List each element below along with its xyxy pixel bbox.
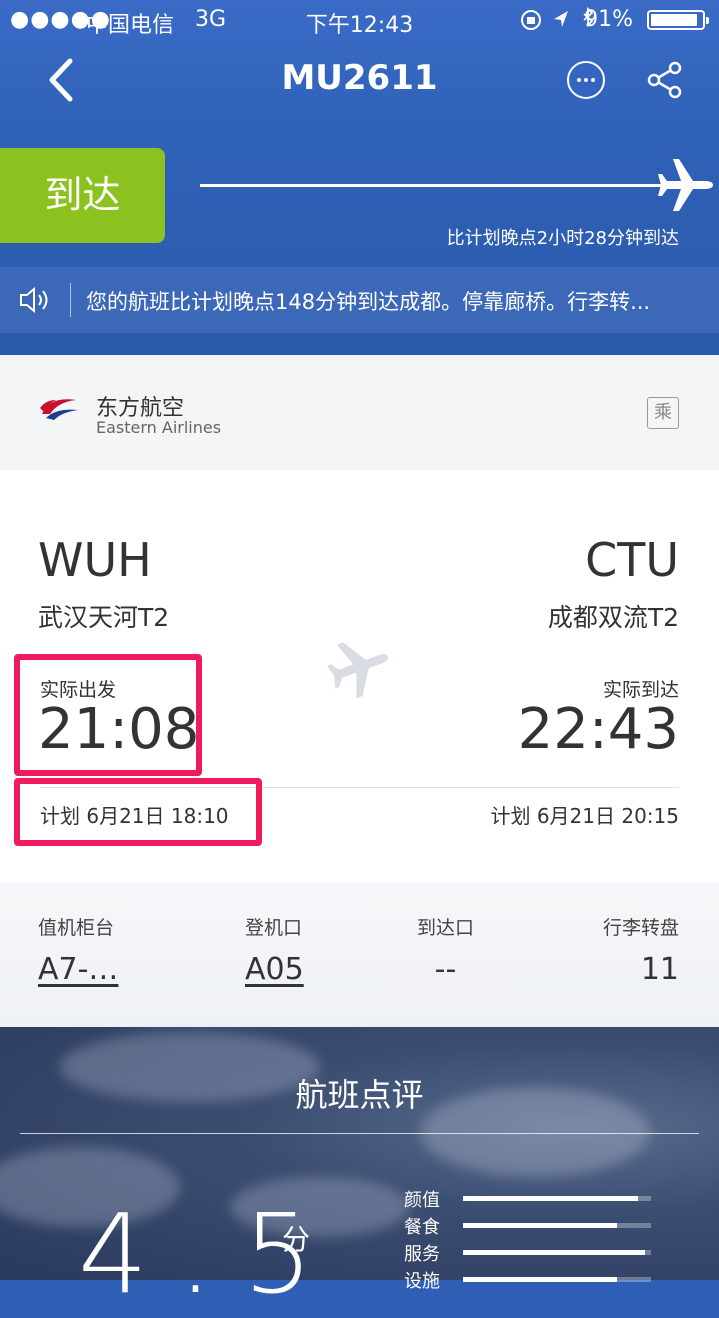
arrival-gate-label: 到达口 — [417, 917, 475, 939]
airline-name-en: Eastern Airlines — [96, 418, 222, 437]
notice-message: 您的航班比计划晚点148分钟到达成都。停靠廊桥。行李转... — [86, 290, 651, 314]
status-bar: ●●●●● 中国电信 3G 下午12:43 91% — [0, 0, 719, 40]
baggage-label: 行李转盘 — [602, 917, 679, 939]
flight-status-badge: 到达 — [0, 148, 165, 243]
highlight-box-actual-departure — [14, 654, 202, 776]
route-progress-line — [200, 184, 670, 187]
delay-description: 比计划晚点2小时28分钟到达 — [446, 228, 679, 249]
planned-arrival: 计划 6月21日 20:15 — [490, 804, 679, 828]
checkin-counter[interactable]: 值机柜台 A7-… — [38, 913, 118, 987]
rating-metric-fill — [463, 1196, 638, 1201]
airplane-icon — [326, 634, 392, 700]
highlight-box-planned-departure — [14, 778, 262, 846]
flight-notice-bar[interactable]: 您的航班比计划晚点148分钟到达成都。停靠廊桥。行李转... — [0, 267, 719, 333]
boarding-info-button[interactable]: 乘 — [647, 397, 679, 429]
rating-metric-bar — [463, 1223, 651, 1228]
gate-label: 登机口 — [245, 917, 303, 939]
share-button[interactable] — [645, 60, 685, 100]
battery-icon — [647, 10, 709, 30]
arrival-code: CTU — [585, 533, 679, 587]
airplane-icon — [655, 155, 715, 215]
rating-metric-label: 设施 — [404, 1271, 440, 1292]
arrival-gate: 到达口 -- — [417, 913, 474, 987]
battery-percent: 91% — [584, 7, 633, 32]
checkin-label: 值机柜台 — [38, 917, 115, 939]
actual-arrival-time: 22:43 — [517, 697, 679, 762]
notice-divider — [70, 283, 71, 317]
rating-metric-fill — [463, 1250, 646, 1255]
rating-divider — [20, 1133, 699, 1134]
rating-metric-bar — [463, 1250, 651, 1255]
speaker-icon — [18, 285, 52, 315]
rating-unit: 分 — [282, 1223, 311, 1256]
rating-metric-fill — [463, 1223, 618, 1228]
checkin-value[interactable]: A7-… — [38, 952, 118, 987]
baggage-carousel: 行李转盘 11 — [603, 913, 679, 987]
china-eastern-logo-icon — [36, 388, 80, 432]
rating-metric-bar — [463, 1196, 651, 1201]
rating-metric-label: 服务 — [404, 1244, 440, 1265]
more-options-button[interactable] — [567, 61, 605, 99]
share-icon — [647, 61, 682, 99]
arrival-gate-value: -- — [434, 952, 457, 987]
boarding-gate[interactable]: 登机口 A05 — [245, 913, 304, 987]
rating-metric-label: 餐食 — [404, 1217, 440, 1238]
departure-airport: 武汉天河T2 — [38, 603, 170, 632]
gate-value[interactable]: A05 — [245, 952, 304, 987]
rating-metric-label: 颜值 — [404, 1190, 440, 1211]
arrival-airport: 成都双流T2 — [547, 603, 679, 632]
baggage-value: 11 — [640, 952, 679, 987]
rating-title: 航班点评 — [295, 1076, 424, 1114]
departure-code: WUH — [38, 533, 152, 587]
page-title: MU2611 — [281, 58, 438, 98]
